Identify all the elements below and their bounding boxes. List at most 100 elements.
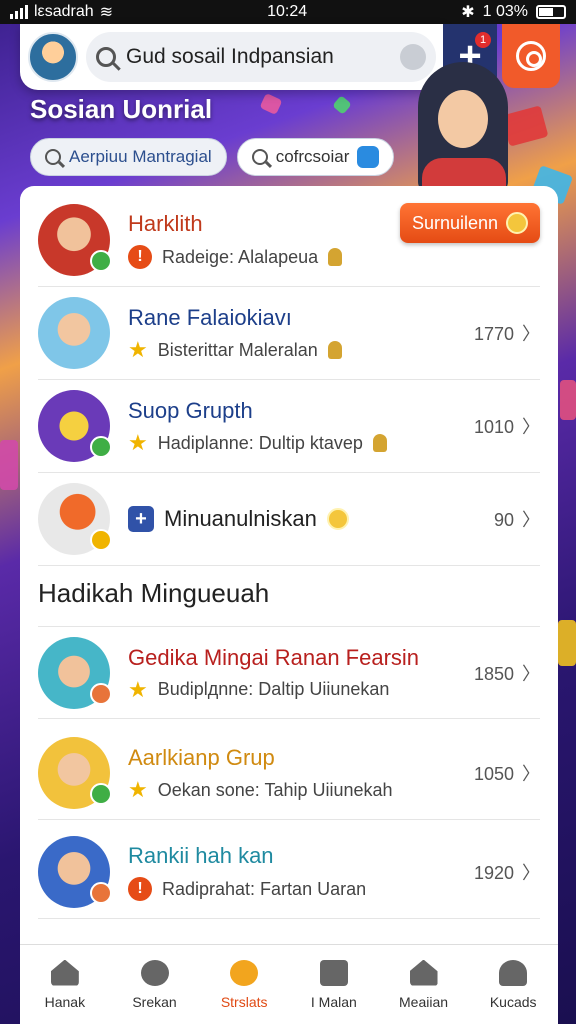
add-square-icon: +	[128, 506, 154, 532]
count-value: 1920	[473, 863, 514, 883]
item-subtitle: Oekan sone: Tahip Uiiunekah	[157, 779, 393, 800]
list-item[interactable]: Rane Falaiokiavı ★ Bisterittar Maleralan…	[38, 287, 540, 380]
decorative-gift	[0, 440, 18, 490]
nav-item-media[interactable]: Meaiian	[379, 945, 469, 1024]
alert-icon: !	[128, 245, 152, 269]
join-button[interactable]: Surnuilenn	[399, 203, 540, 243]
item-name: Gedika Mingai Ranan Fearsin	[128, 644, 420, 670]
item-count: 1770 〉	[474, 320, 540, 346]
status-icon	[90, 882, 112, 904]
item-subtitle-row: ★ Budiplдnne: Daltip Uiiunekan	[128, 676, 474, 702]
list-item-body: Suop Grupth ★ Hadiplanne: Dultip ktavep	[128, 398, 474, 454]
notification-badge: 1	[475, 32, 491, 48]
count-value: 1850	[473, 663, 514, 684]
count-value: 1770	[473, 324, 514, 344]
item-subtitle: Radiprahat: Fartan Uaran	[162, 878, 367, 899]
chevron-right-icon: 〉	[522, 324, 540, 344]
chevron-right-icon: 〉	[522, 663, 540, 684]
avatar	[38, 836, 112, 908]
item-count: 1850 〉	[474, 660, 540, 686]
item-subtitle-row: ! Radeige: Alalapeua	[128, 245, 400, 269]
wifi-icon: ≋	[99, 4, 114, 21]
item-name: Suop Grupth	[128, 398, 253, 423]
battery-icon	[536, 5, 566, 19]
target-icon	[516, 41, 546, 71]
battery-percent: 1 03%	[482, 3, 528, 20]
coin-icon	[90, 529, 112, 551]
list-item[interactable]: Aarlkianp Grup ★ Oekan sone: Tahip Uiiun…	[38, 727, 540, 820]
avatar	[38, 737, 112, 809]
cart-icon	[38, 483, 112, 555]
item-name: Rankii hah kan	[128, 843, 274, 868]
top-bar: Gud sosail Indpansian	[20, 24, 444, 90]
hero-illustration	[408, 62, 518, 192]
list-item[interactable]: Gedika Mingai Ranan Fearsin ★ Budiplдnne…	[38, 626, 540, 719]
nav-label: Srekan	[132, 993, 177, 1010]
count-value: 1050	[473, 764, 514, 784]
medal-icon	[328, 248, 343, 266]
nav-label: Strslats	[220, 993, 268, 1010]
user-icon	[499, 959, 528, 986]
signal-icon	[10, 5, 28, 19]
item-name: Minuanulniskan	[164, 506, 317, 531]
search-icon	[251, 149, 268, 165]
nav-label: Hanak	[44, 993, 86, 1010]
filter-chip-app[interactable]: cofrcsoiar	[236, 138, 395, 176]
chevron-right-icon: 〉	[522, 764, 540, 784]
item-subtitle: Bisterittar Maleralan	[157, 339, 318, 360]
chip-label: Aerpiuu Mantragial	[69, 147, 212, 166]
list-item-body: + Minuanulniskan	[128, 506, 494, 532]
nav-item-home[interactable]: Hanak	[20, 945, 110, 1024]
search-value: Gud sosail Indpansian	[126, 45, 334, 68]
status-icon	[90, 250, 112, 272]
nav-item-search[interactable]: Srekan	[110, 945, 200, 1024]
search-icon	[140, 959, 169, 986]
avatar	[38, 390, 112, 462]
coin-icon	[506, 212, 528, 234]
list-item[interactable]: + Minuanulniskan 90 〉	[38, 473, 540, 566]
nav-item-profile[interactable]: Kucads	[468, 945, 558, 1024]
list-item-body: Rane Falaiokiavı ★ Bisterittar Maleralan	[128, 305, 474, 361]
star-icon: ★	[128, 337, 148, 362]
chevron-right-icon: 〉	[522, 417, 540, 437]
list-item[interactable]: Suop Grupth ★ Hadiplanne: Dultip ktavep …	[38, 380, 540, 473]
list-item[interactable]: Harklith ! Radeige: Alalapeua Surnuilenn	[38, 194, 540, 287]
nav-label: Meaiian	[399, 993, 449, 1010]
nav-label: I Malan	[310, 993, 357, 1010]
alert-icon: !	[128, 877, 152, 901]
decorative-gift	[259, 92, 283, 116]
item-subtitle-row: ★ Bisterittar Maleralan	[128, 339, 474, 361]
filter-chip-search[interactable]: Aerpiuu Mantragial	[30, 138, 227, 176]
profile-avatar[interactable]	[28, 32, 78, 82]
home-icon	[50, 959, 79, 986]
item-subtitle-row: ★ Hadiplanne: Dultip ktavep	[128, 432, 474, 454]
page-title: Sosian Uonrial	[30, 94, 213, 124]
decorative-gift	[332, 95, 352, 115]
status-left: lεsadrah ≋	[10, 2, 113, 22]
status-bar: lεsadrah ≋ 10:24 ✱ 1 03%	[0, 0, 576, 24]
list-item-body: Gedika Mingai Ranan Fearsin ★ Budiplдnne…	[128, 645, 474, 701]
nav-item-mail[interactable]: I Malan	[289, 945, 379, 1024]
search-input[interactable]: Gud sosail Indpansian	[86, 32, 436, 82]
status-icon	[90, 436, 112, 458]
item-subtitle-row: ! Radiprahat: Fartan Uaran	[128, 877, 474, 901]
count-value: 90	[493, 510, 514, 530]
item-name: Harklith	[128, 211, 203, 236]
decorative-gift	[558, 620, 576, 666]
item-name: Aarlkianp Grup	[128, 745, 275, 770]
search-icon	[96, 47, 116, 67]
nav-item-stats[interactable]: Strslats	[199, 945, 289, 1024]
item-name: Rane Falaiokiavı	[128, 305, 292, 330]
count-value: 1010	[473, 417, 514, 437]
nav-label: Kucads	[489, 993, 537, 1010]
illustration-face	[438, 90, 488, 148]
item-title-row: + Minuanulniskan	[128, 506, 494, 532]
list-item[interactable]: Rankii hah kan ! Radiprahat: Fartan Uara…	[38, 826, 540, 919]
star-icon: ★	[128, 676, 148, 702]
stats-icon	[230, 959, 259, 986]
list-item-body: Aarlkianp Grup ★ Oekan sone: Tahip Uiiun…	[128, 745, 474, 801]
avatar	[38, 636, 112, 709]
list-item-body: Harklith ! Radeige: Alalapeua	[128, 211, 400, 269]
clock: 10:24	[267, 3, 308, 20]
medal-icon	[372, 434, 387, 452]
